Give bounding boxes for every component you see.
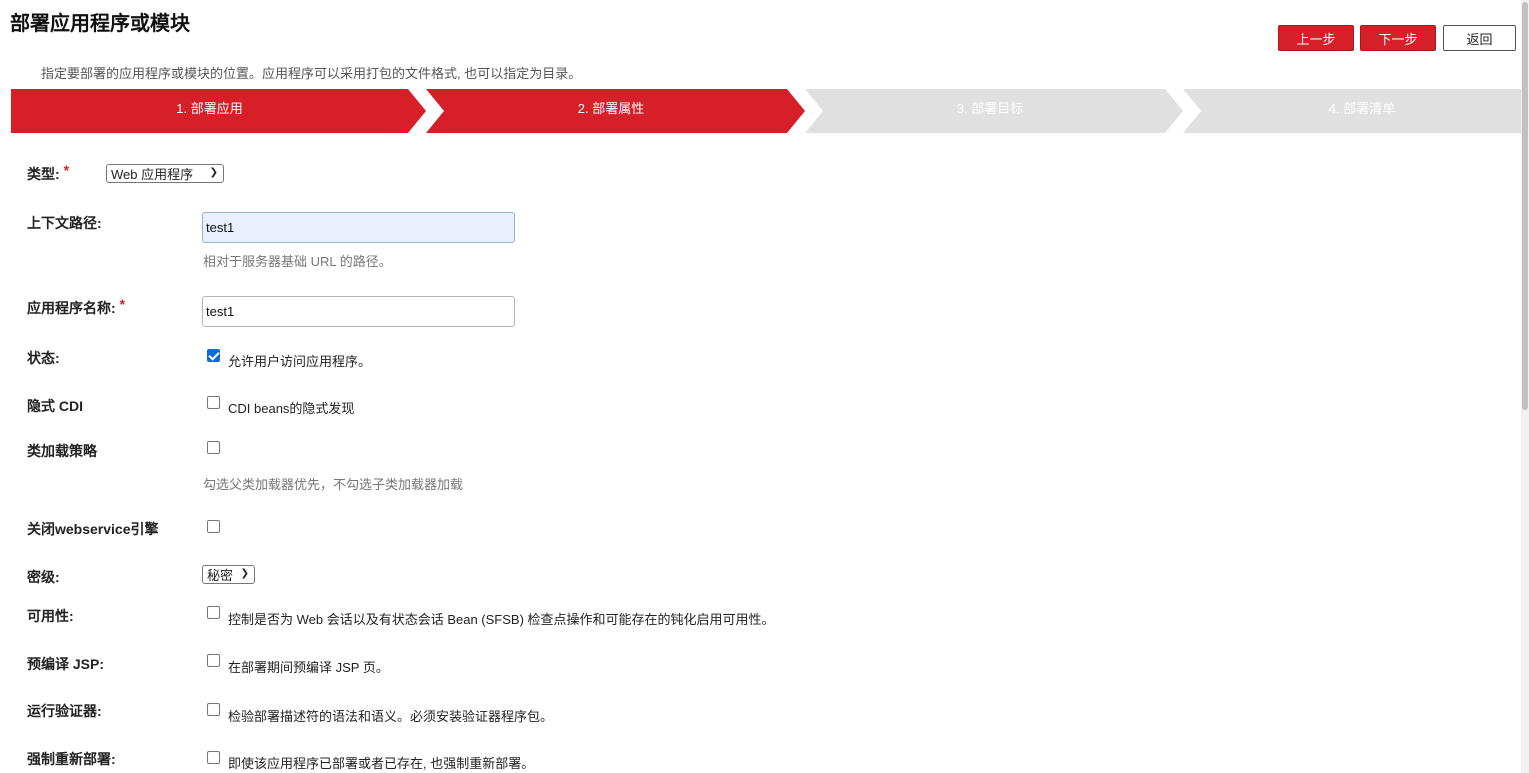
status-text: 允许用户访问应用程序。 xyxy=(228,354,372,369)
force-redeploy-label: 强制重新部署: xyxy=(27,751,116,767)
wizard-steps: 1. 部署应用 2. 部署属性 3. 部署目标 4. 部署清单 xyxy=(11,89,1521,133)
step-2-label: 2. 部署属性 xyxy=(577,101,645,116)
implicit-cdi-checkbox[interactable] xyxy=(207,396,220,409)
status-label: 状态: xyxy=(27,350,60,366)
required-marker: * xyxy=(63,162,70,178)
status-checkbox[interactable] xyxy=(207,349,220,362)
prev-button[interactable]: 上一步 xyxy=(1278,25,1354,51)
back-button[interactable]: 返回 xyxy=(1443,25,1516,51)
step-4-label: 4. 部署清单 xyxy=(1328,101,1396,116)
next-button[interactable]: 下一步 xyxy=(1360,25,1436,51)
page-title: 部署应用程序或模块 xyxy=(10,13,190,35)
context-path-hint: 相对于服务器基础 URL 的路径。 xyxy=(203,254,392,269)
type-select[interactable]: Web 应用程序 ❯ xyxy=(106,164,224,183)
force-redeploy-checkbox[interactable] xyxy=(207,751,220,764)
webservice-label: 关闭webservice引擎 xyxy=(27,521,159,537)
verifier-checkbox[interactable] xyxy=(207,703,220,716)
classloader-hint: 勾选父类加载器优先，不勾选子类加载器加载 xyxy=(203,477,464,492)
classloader-label: 类加载策略 xyxy=(27,443,97,459)
chevron-down-icon: ❯ xyxy=(209,167,218,178)
step-3-label: 3. 部署目标 xyxy=(956,101,1024,116)
webservice-checkbox[interactable] xyxy=(207,520,220,533)
verifier-label: 运行验证器: xyxy=(27,703,102,719)
implicit-cdi-label: 隐式 CDI xyxy=(27,398,83,414)
verifier-text: 检验部署描述符的语法和语义。必须安装验证器程序包。 xyxy=(228,709,554,724)
implicit-cdi-text: CDI beans的隐式发现 xyxy=(228,401,355,416)
app-name-label: 应用程序名称: * xyxy=(27,296,126,316)
availability-checkbox[interactable] xyxy=(207,606,220,619)
precompile-checkbox[interactable] xyxy=(207,654,220,667)
type-label: 类型: * xyxy=(27,162,70,182)
precompile-text: 在部署期间预编译 JSP 页。 xyxy=(228,660,389,675)
context-path-input[interactable] xyxy=(202,212,515,243)
type-select-value: Web 应用程序 xyxy=(111,167,194,182)
force-redeploy-text: 即使该应用程序已部署或者已存在, 也强制重新部署。 xyxy=(228,756,535,771)
required-marker: * xyxy=(119,296,126,312)
security-label: 密级: xyxy=(27,569,60,585)
step-1-label: 1. 部署应用 xyxy=(176,101,243,116)
availability-text: 控制是否为 Web 会话以及有状态会话 Bean (SFSB) 检查点操作和可能… xyxy=(228,612,775,627)
chevron-down-icon: ❯ xyxy=(240,568,249,579)
vertical-scrollbar[interactable] xyxy=(1521,0,1529,773)
scrollbar-thumb[interactable] xyxy=(1522,2,1528,410)
classloader-checkbox[interactable] xyxy=(207,441,220,454)
context-path-label: 上下文路径: xyxy=(27,215,102,231)
precompile-label: 预编译 JSP: xyxy=(27,656,105,672)
security-select[interactable]: 秘密 ❯ xyxy=(202,565,255,584)
app-name-input[interactable] xyxy=(202,296,515,327)
availability-label: 可用性: xyxy=(27,608,74,624)
security-select-value: 秘密 xyxy=(207,568,234,583)
page-subtitle: 指定要部署的应用程序或模块的位置。应用程序可以采用打包的文件格式, 也可以指定为… xyxy=(41,66,582,81)
